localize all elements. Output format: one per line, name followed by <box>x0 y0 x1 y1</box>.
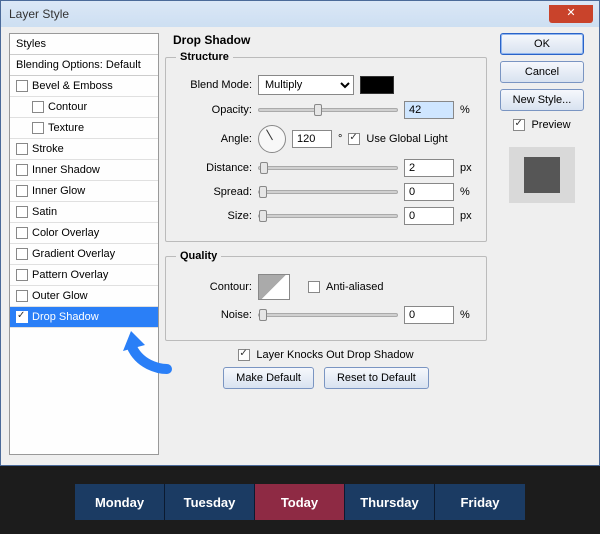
shadow-color-swatch[interactable] <box>360 76 394 94</box>
use-global-light-checkbox[interactable] <box>348 133 360 145</box>
opacity-input[interactable] <box>404 101 454 119</box>
anti-aliased-checkbox[interactable] <box>308 281 320 293</box>
distance-input[interactable] <box>404 159 454 177</box>
noise-unit: % <box>460 309 476 321</box>
noise-slider[interactable] <box>258 313 398 317</box>
styles-list: Styles Blending Options: Default Bevel &… <box>9 33 159 455</box>
quality-legend: Quality <box>176 250 221 262</box>
blending-options[interactable]: Blending Options: Default <box>10 55 158 76</box>
distance-unit: px <box>460 162 476 174</box>
settings-panel: Drop Shadow Structure Blend Mode: Multip… <box>165 33 487 455</box>
spread-label: Spread: <box>176 186 252 198</box>
spread-input[interactable] <box>404 183 454 201</box>
noise-input[interactable] <box>404 306 454 324</box>
preview-label: Preview <box>531 119 570 131</box>
style-item-inner-glow[interactable]: Inner Glow <box>10 181 158 202</box>
tab-today[interactable]: Today <box>255 484 345 520</box>
tab-thursday[interactable]: Thursday <box>345 484 435 520</box>
angle-dial[interactable] <box>258 125 286 153</box>
preview-checkbox[interactable] <box>513 119 525 131</box>
spread-slider[interactable] <box>258 190 398 194</box>
angle-label: Angle: <box>176 133 252 145</box>
knockout-label: Layer Knocks Out Drop Shadow <box>256 349 413 361</box>
blend-mode-select[interactable]: Multiply <box>258 75 354 95</box>
styles-header[interactable]: Styles <box>10 34 158 55</box>
titlebar[interactable]: Layer Style ✕ <box>1 1 599 27</box>
anti-aliased-label: Anti-aliased <box>326 281 383 293</box>
distance-label: Distance: <box>176 162 252 174</box>
style-item-pattern-overlay[interactable]: Pattern Overlay <box>10 265 158 286</box>
contour-picker[interactable] <box>258 274 290 300</box>
cancel-button[interactable]: Cancel <box>500 61 584 83</box>
style-item-outer-glow[interactable]: Outer Glow <box>10 286 158 307</box>
quality-group: Quality Contour: Anti-aliased Noise: % <box>165 250 487 341</box>
style-item-texture[interactable]: Texture <box>10 118 158 139</box>
structure-legend: Structure <box>176 51 233 63</box>
style-item-contour[interactable]: Contour <box>10 97 158 118</box>
contour-label: Contour: <box>176 281 252 293</box>
style-item-satin[interactable]: Satin <box>10 202 158 223</box>
knockout-checkbox[interactable] <box>238 349 250 361</box>
size-slider[interactable] <box>258 214 398 218</box>
use-global-light-label: Use Global Light <box>366 133 447 145</box>
opacity-label: Opacity: <box>176 104 252 116</box>
style-item-inner-shadow[interactable]: Inner Shadow <box>10 160 158 181</box>
angle-input[interactable] <box>292 130 332 148</box>
make-default-button[interactable]: Make Default <box>223 367 314 389</box>
reset-default-button[interactable]: Reset to Default <box>324 367 429 389</box>
tab-monday[interactable]: Monday <box>75 484 165 520</box>
size-label: Size: <box>176 210 252 222</box>
window-title: Layer Style <box>9 7 69 21</box>
structure-group: Structure Blend Mode: Multiply Opacity: … <box>165 51 487 242</box>
tab-tuesday[interactable]: Tuesday <box>165 484 255 520</box>
size-unit: px <box>460 210 476 222</box>
angle-unit: ° <box>338 133 342 145</box>
style-item-color-overlay[interactable]: Color Overlay <box>10 223 158 244</box>
style-item-drop-shadow[interactable]: Drop Shadow <box>10 307 158 328</box>
preview-swatch <box>509 147 575 203</box>
close-icon[interactable]: ✕ <box>549 5 593 23</box>
spread-unit: % <box>460 186 476 198</box>
opacity-unit: % <box>460 104 476 116</box>
layer-style-window: Layer Style ✕ Styles Blending Options: D… <box>0 0 600 466</box>
new-style-button[interactable]: New Style... <box>500 89 585 111</box>
distance-slider[interactable] <box>258 166 398 170</box>
noise-label: Noise: <box>176 309 252 321</box>
style-item-bevel[interactable]: Bevel & Emboss <box>10 76 158 97</box>
dialog-buttons: OK Cancel New Style... Preview <box>493 33 591 455</box>
panel-title: Drop Shadow <box>165 33 487 51</box>
size-input[interactable] <box>404 207 454 225</box>
opacity-slider[interactable] <box>258 108 398 112</box>
tab-friday[interactable]: Friday <box>435 484 525 520</box>
blend-mode-label: Blend Mode: <box>176 79 252 91</box>
ok-button[interactable]: OK <box>500 33 584 55</box>
style-item-stroke[interactable]: Stroke <box>10 139 158 160</box>
style-item-gradient-overlay[interactable]: Gradient Overlay <box>10 244 158 265</box>
day-tabs: Monday Tuesday Today Thursday Friday <box>0 470 600 534</box>
